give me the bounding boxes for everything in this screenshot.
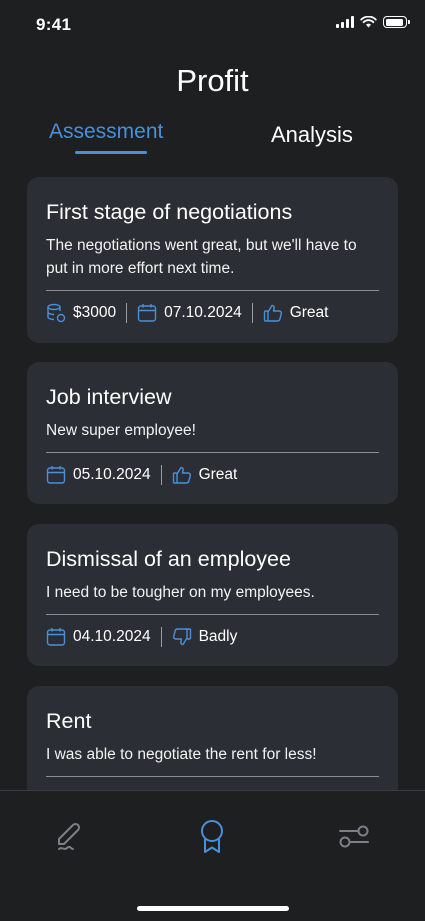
calendar-icon [137,304,157,322]
tab-assessment[interactable]: Assessment [49,120,163,144]
pen-icon [58,822,81,850]
card-description: I need to be tougher on my employees. [46,584,315,601]
card-description: I was able to negotiate the rent for les… [46,746,317,763]
page-title: Profit [176,63,249,98]
wifi-icon [360,16,377,28]
meta-separator [160,627,162,647]
card-description: New super employee! [46,422,196,439]
rating-text: Great [289,304,329,321]
card-description: The negotiations went great, but we'll h… [46,237,357,277]
date-text: 04.10.2024 [73,628,151,645]
meta-separator [251,303,253,323]
card-title: First stage of negotiations [46,200,293,224]
date-item: 04.10.2024 [46,627,151,647]
nav-award-button[interactable] [192,816,232,856]
battery-icon [383,16,410,28]
signal-icon [336,16,354,28]
thumbs-up-icon [172,466,191,484]
nav-pen-button[interactable] [51,816,91,856]
rating-item: Great [172,465,238,485]
tab-analysis[interactable]: Analysis [271,122,353,148]
home-indicator [137,906,289,911]
card-meta: 05.10.2024 Great [46,453,379,497]
calendar-icon [46,628,66,646]
status-bar: 9:41 [0,0,425,50]
card-title: Dismissal of an employee [46,547,291,571]
date-text: 07.10.2024 [164,304,242,321]
thumbs-up-icon [263,304,282,322]
entry-card[interactable]: Job interview New super employee! 05.10.… [27,362,398,504]
card-title: Job interview [46,385,172,409]
amount-item: $3000 [46,303,116,323]
amount-text: $3000 [73,304,117,321]
card-meta: $3000 07.10.2024 Great [46,291,379,335]
bottom-nav [0,790,425,921]
date-item: 07.10.2024 [137,303,242,323]
sliders-icon [339,825,369,848]
thumbs-down-icon [172,628,191,646]
nav-sliders-button[interactable] [334,816,374,856]
card-meta: 04.10.2024 Badly [46,615,379,659]
entry-card[interactable]: Dismissal of an employee I need to be to… [27,524,398,666]
award-icon [201,820,223,853]
rating-text: Badly [198,628,238,645]
meta-separator [126,303,128,323]
date-item: 05.10.2024 [46,465,151,485]
meta-separator [160,465,162,485]
rating-item: Badly [172,627,238,647]
entry-card[interactable]: First stage of negotiations The negotiat… [27,177,398,343]
card-title: Rent [46,709,92,733]
rating-text: Great [198,466,238,483]
calendar-icon [46,466,66,484]
status-icons [336,16,410,28]
rating-item: Great [263,303,329,323]
active-tab-indicator [75,151,147,154]
date-text: 05.10.2024 [73,466,151,483]
coins-icon [47,303,66,323]
status-time: 9:41 [36,15,72,34]
card-divider [46,776,379,777]
